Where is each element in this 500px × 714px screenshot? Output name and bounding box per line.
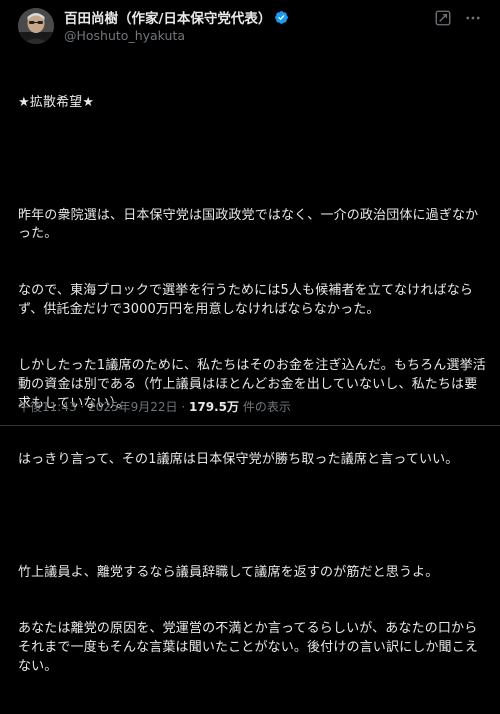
post-date[interactable]: 2025年9月22日 — [88, 400, 177, 414]
post-text-paragraph: 昨年の衆院選は、日本保守党は国政政党ではなく、一介の政治団体に過ぎなかった。 — [18, 207, 479, 242]
views-count[interactable]: 179.5万 — [189, 400, 239, 414]
meta-separator: · — [80, 400, 85, 414]
grok-icon[interactable] — [434, 9, 452, 27]
author-names: 百田尚樹（作家/日本保守党代表） @Hoshuto_hyakuta — [64, 8, 424, 43]
post: 百田尚樹（作家/日本保守党代表） @Hoshuto_hyakuta ★拡散希望★… — [0, 0, 500, 674]
verified-badge-icon — [275, 10, 289, 24]
display-name-row: 百田尚樹（作家/日本保守党代表） — [64, 7, 424, 27]
post-text-paragraph: 竹上議員よ、離党するなら議員辞職して議席を返すのが筋だと思うよ。 — [18, 564, 439, 580]
more-options-icon[interactable] — [464, 9, 482, 27]
post-meta: 午後11:43 · 2025年9月22日 · 179.5万 件の表示 — [18, 398, 291, 415]
post-body: ★拡散希望★ 昨年の衆院選は、日本保守党は国政政党ではなく、一介の政治団体に過ぎ… — [18, 56, 486, 714]
handle[interactable]: @Hoshuto_hyakuta — [64, 28, 424, 43]
post-text-paragraph: なので、東海ブロックで選挙を行うためには5人も候補者を立てなければならず、供託金… — [18, 282, 474, 317]
post-header: 百田尚樹（作家/日本保守党代表） @Hoshuto_hyakuta — [18, 8, 488, 44]
views-label: 件の表示 — [242, 400, 291, 414]
meta-separator: · — [181, 400, 186, 414]
post-time[interactable]: 午後11:43 — [18, 400, 77, 414]
avatar[interactable] — [18, 8, 54, 44]
post-text-line: ★拡散希望★ — [18, 94, 95, 110]
post-text-paragraph: あなたは離党の原因を、党運営の不満とか言ってるらしいが、あなたの口からそれまで一… — [18, 621, 478, 674]
post-text-paragraph: はっきり言って、その1議席は日本保守党が勝ち取った議席と言っていい。 — [18, 451, 459, 467]
display-name[interactable]: 百田尚樹（作家/日本保守党代表） — [64, 7, 271, 27]
